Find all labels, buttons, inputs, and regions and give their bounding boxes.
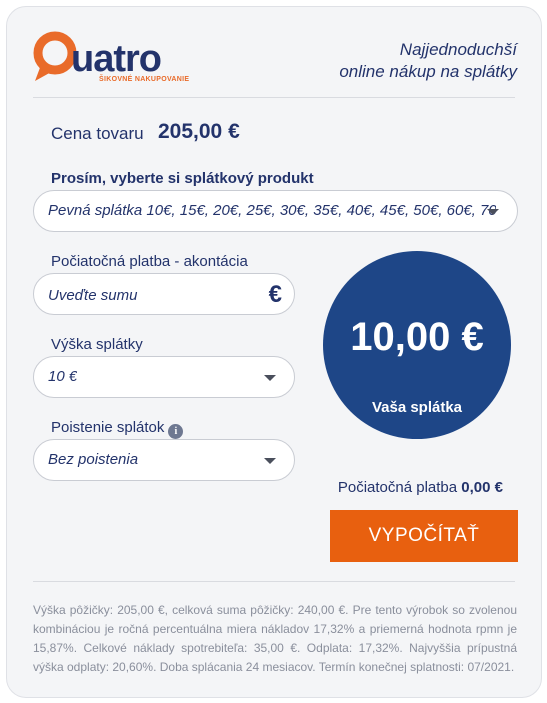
result-circle: 10,00 € Vaša splátka <box>323 251 511 439</box>
logo-wordmark: uatro <box>71 38 162 80</box>
product-select-value: Pevná splátka 10€, 15€, 20€, 25€, 30€, 3… <box>48 202 496 219</box>
price-label: Cena tovaru <box>51 124 144 143</box>
disclaimer-text: Výška pôžičky: 205,00 €, celková suma pô… <box>33 603 517 674</box>
down-payment-input[interactable] <box>48 284 248 306</box>
insurance-label: Poistenie splátok <box>51 419 165 436</box>
insurance-select[interactable]: Bez poistenia <box>33 439 295 481</box>
chevron-down-icon <box>264 375 276 381</box>
tagline-line-1: Najjednoduchší <box>399 40 517 59</box>
calculate-button[interactable]: VYPOČÍTAŤ <box>330 510 518 562</box>
logo-subtitle: ŠIKOVNÉ NAKUPOVANIE <box>99 76 190 83</box>
installment-label: Výška splátky <box>51 336 143 353</box>
down-payment-label: Počiatočná platba - akontácia <box>51 253 248 270</box>
chevron-down-icon <box>264 458 276 464</box>
product-label: Prosím, vyberte si splátkový produkt <box>51 170 314 187</box>
quatro-logo: uatro ŠIKOVNÉ NAKUPOVANIE <box>33 31 193 93</box>
down-payment-field[interactable]: € <box>33 273 295 315</box>
price-value: 205,00 € <box>158 120 240 143</box>
installment-amount: 10,00 € <box>350 315 484 359</box>
installment-select-value: 10 € <box>48 368 78 385</box>
calculator-card: uatro ŠIKOVNÉ NAKUPOVANIE Najjednoduchší… <box>6 6 542 698</box>
installment-select[interactable]: 10 € <box>33 356 295 398</box>
down-payment-summary-label: Počiatočná platba <box>337 479 458 496</box>
euro-icon: € <box>268 281 282 308</box>
insurance-label-row: Poistenie splátok i <box>51 419 184 439</box>
tagline-line-2: online nákup na splátky <box>339 62 517 81</box>
info-icon[interactable]: i <box>168 424 184 439</box>
header-divider <box>33 97 515 98</box>
tagline: Najjednoduchší online nákup na splátky <box>339 39 517 83</box>
footer-divider <box>33 581 515 582</box>
chevron-down-icon <box>487 209 499 215</box>
product-select[interactable]: Pevná splátka 10€, 15€, 20€, 25€, 30€, 3… <box>33 190 518 232</box>
insurance-select-value: Bez poistenia <box>48 451 139 468</box>
down-payment-summary-value: 0,00 € <box>461 479 503 496</box>
down-payment-summary: Počiatočná platba 0,00 € <box>338 479 503 496</box>
installment-amount-label: Vaša splátka <box>371 399 463 416</box>
